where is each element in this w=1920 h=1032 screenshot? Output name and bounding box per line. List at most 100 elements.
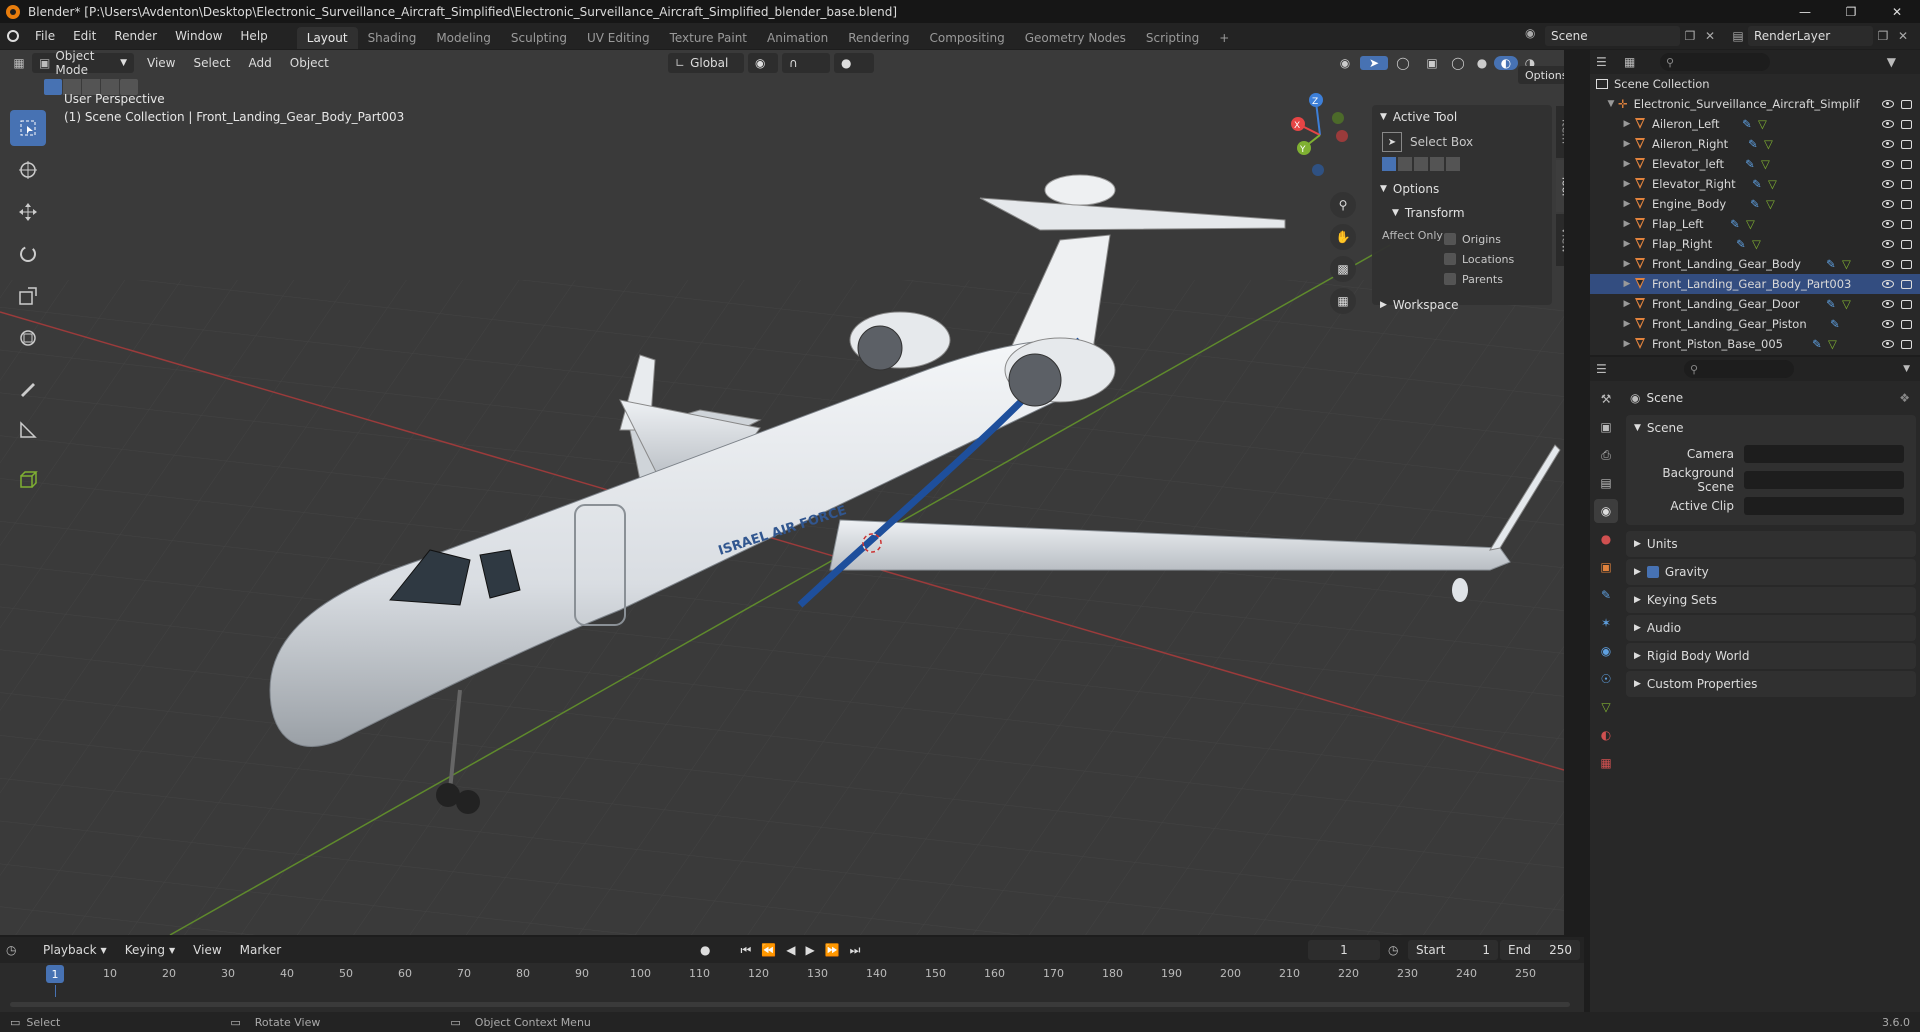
tab-geometry-nodes[interactable]: Geometry Nodes [1015,27,1136,49]
modifier-icon[interactable]: ✎ [1752,177,1762,191]
wireframe-shading-icon[interactable]: ◯ [1446,56,1470,70]
camera-field[interactable] [1744,445,1904,463]
mesh-data-icon[interactable]: ▽ [1842,297,1851,311]
timeline-track-area[interactable] [0,985,1584,1012]
copy-scene-icon[interactable]: ❐ [1680,29,1700,43]
render-camera-icon[interactable] [1901,199,1912,209]
clock-icon[interactable]: ◷ [1388,943,1398,957]
display-mode-icon[interactable]: ▦ [1624,55,1652,69]
add-workspace-button[interactable]: + [1209,27,1239,49]
menu-keying[interactable]: Keying ▼ [116,937,184,963]
expand-icon[interactable]: ▼ [1604,99,1618,109]
list-item[interactable]: ▶ Flap_Right ✎ ▽ [1590,234,1920,254]
snap-icon[interactable]: ∩ [782,53,830,73]
render-camera-icon[interactable] [1901,239,1912,249]
workspace-header[interactable]: ▶ Workspace [1372,293,1552,317]
render-camera-icon[interactable] [1901,339,1912,349]
modifier-icon[interactable]: ✎ [1812,337,1822,351]
play-icon[interactable]: ▶ [805,943,814,957]
visibility-eye-icon[interactable] [1882,160,1894,168]
remove-view-layer-icon[interactable]: ✕ [1893,29,1913,43]
render-camera-icon[interactable] [1901,119,1912,129]
camera-view-icon[interactable]: ▩ [1330,256,1356,282]
properties-search-input[interactable]: ⚲ [1684,360,1794,378]
area-divider[interactable] [1584,937,1590,1012]
restore-icon[interactable]: ❐ [1828,0,1874,23]
modifier-icon[interactable]: ✎ [1748,137,1758,151]
modifier-icon[interactable]: ✎ [1730,217,1740,231]
modifier-icon[interactable]: ✎ [1750,197,1760,211]
viewport-scene[interactable]: ISRAEL AIR FORCE [0,50,1564,935]
rotate-tool-icon[interactable] [10,236,46,272]
list-item-selected[interactable]: ▶ Front_Landing_Gear_Body_Part003 [1590,274,1920,294]
list-item[interactable]: ▶ Front_Landing_Gear_Body ✎ ▽ [1590,254,1920,274]
menu-help[interactable]: Help [231,23,276,49]
list-item[interactable]: ▶ Front_Landing_Gear_Door ✎ ▽ [1590,294,1920,314]
collection-row[interactable]: ▼ ✛ Electronic_Surveillance_Aircraft_Sim… [1590,94,1920,114]
modifier-icon[interactable]: ✎ [1742,117,1752,131]
modifier-icon[interactable]: ✎ [1830,317,1840,331]
select-box-tool-icon[interactable] [10,110,46,146]
options-dropdown[interactable]: Options▼ [1518,66,1564,84]
close-icon[interactable]: ✕ [1874,0,1920,23]
scene-panel-header[interactable]: ▼ Scene [1626,415,1916,441]
render-camera-icon[interactable] [1901,139,1912,149]
3d-viewport[interactable]: ISRAEL AIR FORCE ▦ ▣ Object Mode ▼ View Se… [0,50,1564,935]
mesh-data-icon[interactable]: ▽ [1758,117,1767,131]
transform-header[interactable]: ▼ Transform [1372,201,1552,225]
visibility-eye-icon[interactable] [1882,320,1894,328]
custom-properties-panel[interactable]: ▶ Custom Properties [1626,671,1916,697]
gravity-checkbox[interactable] [1646,566,1659,578]
tab-compositing[interactable]: Compositing [919,27,1014,49]
mesh-data-icon[interactable]: ▽ [1764,137,1773,151]
tab-texture-paint[interactable]: Texture Paint [660,27,757,49]
render-tab-icon[interactable]: ▣ [1594,415,1618,439]
viewport-menu-view[interactable]: View [138,50,184,76]
outliner-search-input[interactable]: ⚲ [1660,53,1770,71]
transform-tool-icon[interactable] [10,320,46,356]
units-panel[interactable]: ▶ Units [1626,531,1916,557]
active-tool-header[interactable]: ▼ Active Tool [1372,105,1552,129]
properties-editor-icon[interactable]: ☰ [1596,362,1624,376]
view-layer-tab-icon[interactable]: ▤ [1594,471,1618,495]
pin-icon[interactable]: ❖ [1899,391,1910,405]
viewport-menu-object[interactable]: Object [281,50,338,76]
visibility-eye-icon[interactable] [1882,140,1894,148]
scene-collection-row[interactable]: Scene Collection [1590,74,1920,94]
jump-end-icon[interactable]: ⏭ [850,943,861,958]
visibility-eye-icon[interactable] [1882,200,1894,208]
copy-view-layer-icon[interactable]: ❐ [1873,29,1893,43]
render-camera-icon[interactable] [1901,279,1912,289]
viewport-menu-select[interactable]: Select [184,50,239,76]
tab-animation[interactable]: Animation [757,27,838,49]
list-item[interactable]: ▶ Engine_Body ✎ ▽ [1590,194,1920,214]
render-camera-icon[interactable] [1901,219,1912,229]
scene-field[interactable]: Scene [1545,26,1680,46]
xray-icon[interactable]: ▣ [1418,56,1446,70]
mesh-data-icon[interactable]: ▽ [1828,337,1837,351]
render-camera-icon[interactable] [1901,259,1912,269]
mode-intersect-icon[interactable] [1446,157,1460,171]
render-camera-icon[interactable] [1901,179,1912,189]
mode-new-icon[interactable] [1382,157,1396,171]
tool-tab-icon[interactable]: ⚒ [1594,387,1618,411]
active-tool-row[interactable]: ➤ Select Box [1372,129,1552,155]
object-tab-icon[interactable]: ▣ [1594,555,1618,579]
filter-icon[interactable]: ▼ [1887,55,1896,69]
physics-tab-icon[interactable]: ◉ [1594,639,1618,663]
frame-ruler[interactable]: 1 10 20 30 40 50 60 70 80 90 100 110 120… [0,963,1584,985]
visibility-eye-icon[interactable] [1882,240,1894,248]
move-tool-icon[interactable] [10,194,46,230]
modifier-icon[interactable]: ✎ [1736,237,1746,251]
perspective-toggle-icon[interactable]: ▦ [1330,288,1356,314]
solid-shading-icon[interactable]: ● [1470,56,1494,70]
start-frame-field[interactable]: Start 1 [1408,940,1498,960]
render-camera-icon[interactable] [1901,299,1912,309]
world-tab-icon[interactable]: ● [1594,527,1618,551]
visibility-eye-icon[interactable] [1882,100,1894,108]
background-scene-field[interactable] [1744,471,1904,489]
visibility-eye-icon[interactable] [1882,120,1894,128]
pan-hand-icon[interactable]: ✋ [1330,224,1356,250]
scene-tab-icon[interactable]: ◉ [1594,499,1618,523]
mesh-data-icon[interactable]: ▽ [1746,217,1755,231]
